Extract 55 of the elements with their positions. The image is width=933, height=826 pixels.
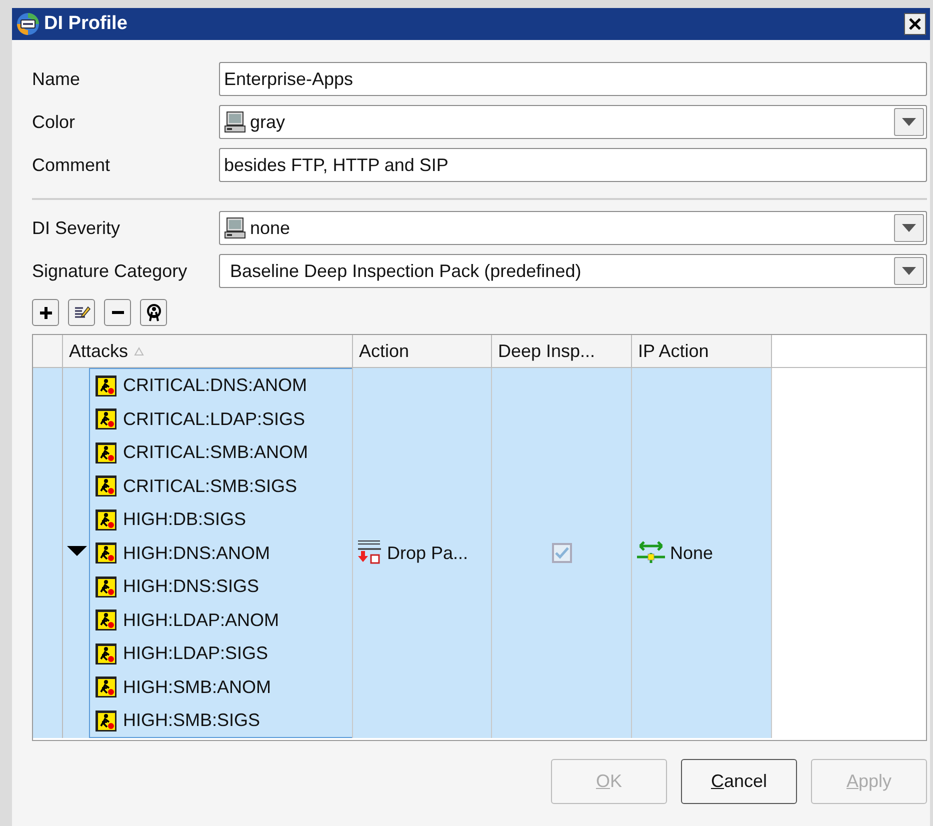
- close-icon: [908, 17, 922, 31]
- table-row[interactable]: CRITICAL:DNS:ANOM CRITICAL:LDAP:SIGS CRITICAL:SMB:ANOM CRITICAL:SMB:SIGS HIGH:DB:SIGS HIGH:DNS:ANOM HIGH:DNS:SIGS HIGH:LDAP:ANOM HIGH:LDAP:SIGS HIGH:SMB:ANOM HIGH:SMB:SIGS Drop Pa... None: [33, 368, 772, 738]
- attack-name: CRITICAL:SMB:SIGS: [123, 476, 298, 497]
- app-icon: [16, 12, 40, 36]
- text-field[interactable]: Enterprise-Apps: [219, 62, 927, 96]
- window-title: DI Profile: [44, 13, 128, 35]
- computer-icon: [224, 111, 246, 133]
- attack-name: CRITICAL:LDAP:SIGS: [123, 408, 306, 430]
- attack-icon: [95, 542, 117, 564]
- attack-name: HIGH:DNS:ANOM: [123, 542, 270, 564]
- ip-action-icon: [636, 541, 666, 565]
- attack-name: CRITICAL:DNS:ANOM: [123, 375, 308, 396]
- edit-button[interactable]: [68, 299, 95, 326]
- dropdown[interactable]: gray: [219, 105, 927, 139]
- field-label: Signature Category: [32, 260, 188, 282]
- attack-name: HIGH:LDAP:SIGS: [123, 643, 268, 664]
- remove-button[interactable]: [104, 299, 131, 326]
- attack-icon: [95, 609, 117, 632]
- computer-icon: [224, 217, 246, 239]
- plus-icon: [38, 304, 54, 320]
- dropdown[interactable]: none: [219, 211, 927, 245]
- ip-action-text: None: [670, 542, 714, 564]
- add-button[interactable]: [32, 299, 59, 326]
- attack-icon: [95, 576, 117, 598]
- dialog-button[interactable]: Cancel: [681, 759, 797, 804]
- column-header[interactable]: Action: [353, 335, 492, 367]
- attack-icon: [95, 710, 117, 732]
- find-button[interactable]: [140, 299, 167, 326]
- field-label: DI Severity: [32, 218, 122, 238]
- field-label: Comment: [32, 154, 112, 176]
- attack-name: HIGH:SMB:ANOM: [123, 676, 272, 698]
- text-field[interactable]: besides FTP, HTTP and SIP: [219, 148, 927, 182]
- attack-name: HIGH:SMB:SIGS: [123, 710, 260, 732]
- close-button[interactable]: [904, 13, 926, 35]
- attack-name: HIGH:DB:SIGS: [123, 509, 246, 530]
- column-header[interactable]: Attacks: [63, 335, 353, 367]
- checkbox[interactable]: [552, 543, 572, 563]
- attack-icon: [95, 442, 117, 464]
- attack-name: HIGH:DNS:SIGS: [123, 576, 260, 598]
- action-text: Drop Pa...: [387, 542, 468, 564]
- attack-icon: [95, 642, 117, 665]
- drop-packet-icon: [357, 540, 383, 566]
- attack-icon: [95, 374, 117, 397]
- attack-icon: [95, 676, 117, 698]
- attack-icon: [95, 408, 117, 430]
- attack-name: HIGH:LDAP:ANOM: [123, 610, 280, 631]
- column-header[interactable]: Deep Insp...: [492, 335, 632, 367]
- field-label: Name: [32, 68, 82, 90]
- column-header[interactable]: IP Action: [632, 335, 772, 367]
- attack-icon: [95, 508, 117, 531]
- dropdown[interactable]: Baseline Deep Inspection Pack (predefined): [219, 254, 927, 288]
- attack-icon: [95, 475, 117, 498]
- minus-icon: [112, 311, 124, 314]
- field-label: Color: [32, 112, 76, 132]
- attack-name: CRITICAL:SMB:ANOM: [123, 442, 308, 464]
